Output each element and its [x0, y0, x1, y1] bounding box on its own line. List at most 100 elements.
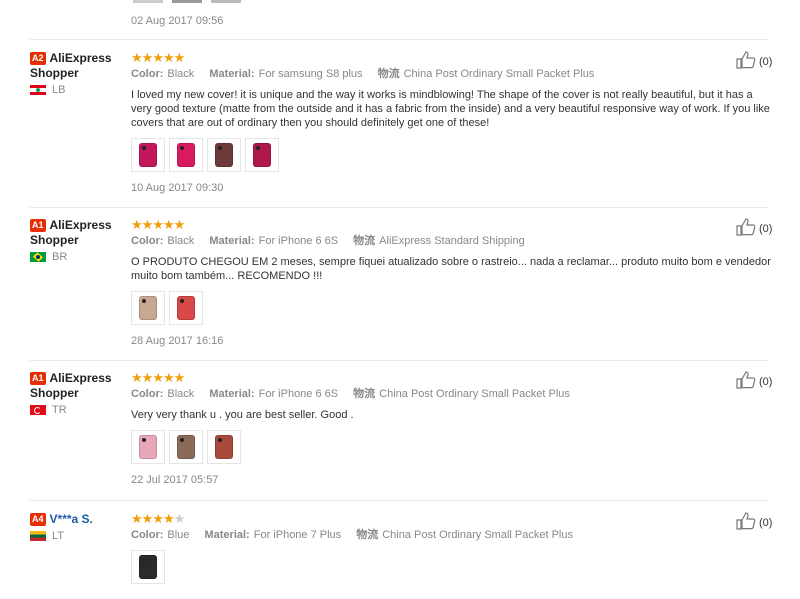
thumbs-up-icon[interactable]	[736, 371, 759, 392]
camera-hole	[218, 146, 222, 150]
reviewer-info: A1 AliExpress Shopper TR	[30, 371, 125, 416]
helpful-button[interactable]: (0)	[736, 371, 772, 392]
thumbs-up-icon[interactable]	[736, 218, 759, 239]
star-icon: ★	[173, 370, 186, 385]
review-photo[interactable]	[245, 138, 279, 172]
star-icon: ★	[152, 370, 164, 385]
shipping-method: China Post Ordinary Small Packet Plus	[379, 388, 570, 400]
material-value: For iPhone 6 6S	[258, 235, 339, 247]
thumbs-up-icon[interactable]	[736, 51, 759, 72]
star-icon: ★	[152, 50, 164, 65]
star-rating: ★★★★★	[131, 371, 771, 385]
logistics-label: 物流	[353, 235, 376, 247]
review-photos	[131, 430, 771, 464]
star-rating: ★★★★★	[131, 51, 771, 65]
material-label: Material:	[209, 68, 255, 80]
camera-hole	[142, 558, 146, 562]
review-photo[interactable]	[131, 550, 165, 584]
camera-hole	[142, 146, 146, 150]
review-divider	[30, 360, 768, 361]
review-text: O PRODUTO CHEGOU EM 2 meses, sempre fiqu…	[131, 256, 771, 282]
reviewer-name[interactable]: V***a S.	[50, 512, 93, 526]
review-photo[interactable]	[207, 138, 241, 172]
review-content: ★★★★★ Color: Black Material: For iPhone 6 …	[131, 218, 771, 347]
material-value: For iPhone 6 6S	[258, 388, 339, 400]
buyer-level-badge: A1	[30, 372, 46, 385]
color-value: Black	[167, 388, 195, 400]
material-label: Material:	[209, 235, 255, 247]
star-rating: ★★★★★	[131, 512, 771, 526]
helpful-button[interactable]: (0)	[736, 51, 772, 72]
review-content: ★★★★★ Color: Black Material: For iPhone 6 …	[131, 371, 771, 486]
review-photo[interactable]	[131, 138, 165, 172]
color-label: Color:	[131, 235, 164, 247]
color-label: Color:	[131, 388, 164, 400]
reviewer-name-line[interactable]: A4 V***a S.	[30, 512, 125, 527]
logistics-label: 物流	[353, 388, 376, 400]
review-photo[interactable]	[131, 430, 165, 464]
star-icon: ★	[173, 50, 186, 65]
color-value: Black	[167, 68, 195, 80]
star-icon: ★	[152, 511, 164, 526]
star-icon: ★	[162, 50, 175, 65]
review-photo[interactable]	[131, 291, 165, 325]
star-icon: ★	[131, 50, 143, 65]
camera-hole	[142, 438, 146, 442]
camera-hole	[218, 438, 222, 442]
reviewer-info: A4 V***a S. LT	[30, 512, 125, 542]
review-photo[interactable]	[169, 291, 203, 325]
star-icon: ★	[131, 370, 143, 385]
review-date: 10 Aug 2017 09:30	[131, 182, 224, 194]
review-date: 28 Aug 2017 16:16	[131, 335, 224, 347]
logistics-label: 物流	[377, 68, 400, 80]
camera-hole	[256, 146, 260, 150]
review-photos	[131, 550, 771, 584]
thumbs-up-icon[interactable]	[736, 512, 759, 533]
country-code: BR	[52, 251, 68, 263]
helpful-button[interactable]: (0)	[736, 218, 772, 239]
review-photos	[131, 291, 771, 325]
reviewer-info: A1 AliExpress Shopper BR	[30, 218, 125, 263]
reviewer-name-line: A2 AliExpress Shopper	[30, 51, 125, 81]
star-icon: ★	[173, 217, 186, 232]
star-icon: ★	[131, 511, 143, 526]
material-value: For iPhone 7 Plus	[253, 529, 342, 541]
reviewer-country: LT	[30, 530, 125, 542]
reviewer-name-line: A1 AliExpress Shopper	[30, 218, 125, 248]
star-icon: ★	[162, 370, 175, 385]
review-date: 02 Aug 2017 09:56	[131, 15, 224, 27]
order-attributes: Color: Black Material: For iPhone 6 6S 物流 C…	[131, 387, 771, 401]
star-icon: ★	[141, 217, 154, 232]
color-value: Black	[167, 235, 195, 247]
logistics-label: 物流	[356, 529, 379, 541]
country-code: LB	[52, 84, 66, 96]
star-icon: ★	[162, 511, 175, 526]
review-divider	[30, 39, 768, 40]
helpful-button[interactable]: (0)	[736, 512, 772, 533]
color-label: Color:	[131, 68, 164, 80]
review-divider	[30, 500, 768, 501]
shipping-method: AliExpress Standard Shipping	[379, 235, 525, 247]
helpful-count: (0)	[759, 55, 773, 68]
previous-review-photos	[131, 0, 241, 4]
camera-hole	[180, 438, 184, 442]
material-value: For samsung S8 plus	[258, 68, 363, 80]
review-photo[interactable]	[207, 430, 241, 464]
country-code: TR	[52, 404, 67, 416]
reviewer-country: BR	[30, 251, 125, 263]
material-label: Material:	[204, 529, 250, 541]
review-text: I loved my new cover! it is unique and t…	[131, 89, 770, 129]
reviewer-name-line: A1 AliExpress Shopper	[30, 371, 125, 401]
review-photo[interactable]	[169, 430, 203, 464]
buyer-level-badge: A1	[30, 219, 46, 232]
review-date: 22 Jul 2017 05:57	[131, 474, 219, 486]
order-attributes: Color: Blue Material: For iPhone 7 Plus 物流…	[131, 528, 771, 542]
helpful-count: (0)	[759, 375, 773, 388]
review-content: ★★★★★ Color: Blue Material: For iPhone 7 P…	[131, 512, 771, 584]
star-rating: ★★★★★	[131, 218, 771, 232]
buyer-level-badge: A4	[30, 513, 46, 526]
star-icon: ★	[131, 217, 143, 232]
camera-hole	[180, 146, 184, 150]
reviewer-country: TR	[30, 404, 125, 416]
review-photo[interactable]	[169, 138, 203, 172]
